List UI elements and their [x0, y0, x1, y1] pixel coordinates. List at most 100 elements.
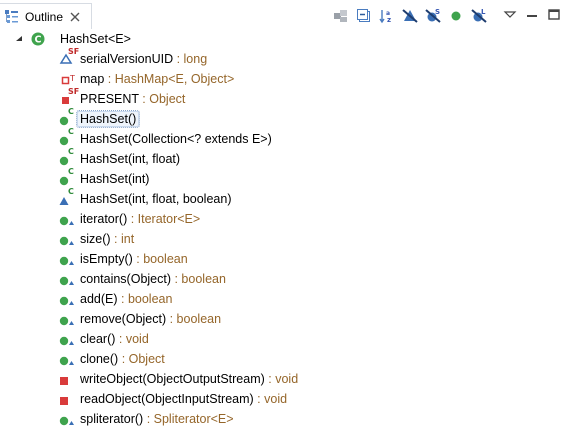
member-type: : HashMap<E, Object>: [104, 72, 235, 86]
tree-item[interactable]: clear() : void: [58, 329, 149, 349]
method-private-icon: [58, 371, 74, 387]
tree-item[interactable]: iterator() : Iterator<E>: [58, 209, 200, 229]
member-name: isEmpty(): [80, 252, 133, 266]
maximize-icon[interactable]: [546, 7, 562, 23]
svg-text:C: C: [35, 35, 42, 46]
constructor-public-icon: C: [58, 107, 74, 127]
field-private-static-final-red-icon: SF: [58, 88, 79, 107]
member-name: HashSet(Collection<? extends E>): [80, 132, 272, 146]
tree-item[interactable]: Tmap : HashMap<E, Object>: [58, 69, 234, 89]
member-type: : void: [264, 372, 299, 386]
member-name: clone(): [80, 352, 119, 366]
minimize-icon[interactable]: [524, 7, 540, 23]
class-icon: C: [30, 31, 46, 47]
modifier-badge: C: [68, 187, 74, 196]
method-private-icon: [58, 391, 74, 407]
method-public-override-icon: [58, 231, 74, 247]
modifier-badge: C: [68, 107, 74, 116]
tree-item-label: map : HashMap<E, Object>: [80, 72, 234, 86]
member-name: remove(Object): [80, 312, 167, 326]
tree-item[interactable]: C HashSet(Collection<? extends E>): [58, 127, 272, 149]
modifier-badge: SF: [68, 47, 80, 56]
tree-item[interactable]: spliterator() : Spliterator<E>: [58, 409, 234, 429]
tree-item[interactable]: contains(Object) : boolean: [58, 269, 226, 289]
member-type: : boolean: [117, 292, 173, 306]
constructor-public-icon: C: [58, 148, 74, 167]
member-name: HashSet(int): [80, 172, 150, 186]
member-name: HashSet(int, float, boolean): [80, 192, 232, 206]
tree-item-label: contains(Object) : boolean: [80, 272, 226, 286]
outline-tab[interactable]: Outline: [0, 3, 92, 29]
tree-item[interactable]: add(E) : boolean: [58, 289, 172, 309]
member-name: add(E): [80, 292, 118, 306]
member-name: HashSet(): [80, 112, 137, 126]
member-name: map: [80, 72, 105, 86]
close-icon[interactable]: [69, 11, 81, 23]
method-public-override-icon: [58, 411, 74, 427]
tree-item-label: clear() : void: [80, 332, 149, 346]
outline-view-icon: [4, 9, 20, 25]
member-name: writeObject(ObjectOutputStream): [80, 372, 265, 386]
tree-item[interactable]: clone() : Object: [58, 349, 165, 369]
tree-item[interactable]: C HashSet(int): [58, 167, 150, 189]
method-public-override-icon: [58, 271, 74, 287]
tree-item-label: HashSet(int, float, boolean): [80, 192, 231, 206]
tree-item[interactable]: C HashSet(int, float, boolean): [58, 187, 231, 209]
member-name: serialVersionUID: [80, 52, 174, 66]
modifier-badge: T: [70, 74, 75, 83]
hide-fields-icon[interactable]: [402, 8, 418, 24]
modifier-badge: SF: [68, 87, 80, 96]
member-name: readObject(ObjectInputStream): [80, 392, 254, 406]
svg-text:S: S: [435, 8, 440, 16]
hide-static-icon[interactable]: S: [425, 8, 441, 24]
member-type: : int: [110, 232, 135, 246]
tree-item[interactable]: isEmpty() : boolean: [58, 249, 188, 269]
tree-item[interactable]: C HashSet(): [58, 107, 141, 129]
collapse-all-icon[interactable]: [356, 8, 372, 24]
member-name: contains(Object): [80, 272, 172, 286]
modifier-badge: C: [68, 127, 74, 136]
tree-item-label: HashSet(): [75, 110, 141, 128]
hide-local-types-icon[interactable]: L: [471, 8, 487, 24]
member-name: spliterator(): [80, 412, 144, 426]
member-name: clear(): [80, 332, 116, 346]
member-type: : long: [173, 52, 208, 66]
member-name: HashSet(int, float): [80, 152, 181, 166]
tree-item-label: size() : int: [80, 232, 134, 246]
expanded-arrow-icon[interactable]: [14, 29, 24, 49]
method-public-override-icon: [58, 211, 74, 227]
hide-nonpublic-icon[interactable]: [448, 8, 464, 24]
tree-root-class[interactable]: C HashSet<E>: [0, 29, 131, 49]
tree-item-label: spliterator() : Spliterator<E>: [80, 412, 234, 426]
field-private-transient-icon: T: [58, 71, 75, 87]
tree-item-label: HashSet(Collection<? extends E>): [80, 132, 272, 146]
view-menu-icon[interactable]: [502, 7, 518, 23]
tree-item[interactable]: SF PRESENT : Object: [58, 88, 185, 109]
svg-text:L: L: [481, 8, 486, 16]
sort-az-icon[interactable]: a z: [379, 8, 395, 24]
method-public-override-icon: [58, 251, 74, 267]
tree-item[interactable]: remove(Object) : boolean: [58, 309, 221, 329]
tree-item-label: HashSet(int, float): [80, 152, 180, 166]
modifier-badge: C: [68, 167, 74, 176]
view-controls: [502, 7, 568, 23]
tree-item[interactable]: readObject(ObjectInputStream) : void: [58, 389, 287, 409]
tree-item[interactable]: SF serialVersionUID : long: [58, 47, 207, 69]
tree-item-label: serialVersionUID : long: [80, 52, 207, 66]
sync-icon[interactable]: [333, 8, 349, 24]
tree-item-label: readObject(ObjectInputStream) : void: [80, 392, 287, 406]
tree-item[interactable]: size() : int: [58, 229, 134, 249]
member-type: : Iterator<E>: [127, 212, 201, 226]
member-type: : boolean: [171, 272, 226, 286]
tree-item-label: add(E) : boolean: [80, 292, 172, 306]
constructor-public-icon: C: [58, 167, 74, 187]
tree-item-label: PRESENT : Object: [80, 92, 185, 106]
tree-item[interactable]: writeObject(ObjectOutputStream) : void: [58, 369, 298, 389]
tree-item[interactable]: C HashSet(int, float): [58, 148, 180, 169]
member-type: : Object: [138, 92, 186, 106]
tree-item-label: iterator() : Iterator<E>: [80, 212, 200, 226]
class-name: HashSet<E>: [60, 32, 131, 46]
tab-title: Outline: [25, 9, 64, 24]
member-name: PRESENT: [80, 92, 139, 106]
member-type: : boolean: [132, 252, 188, 266]
